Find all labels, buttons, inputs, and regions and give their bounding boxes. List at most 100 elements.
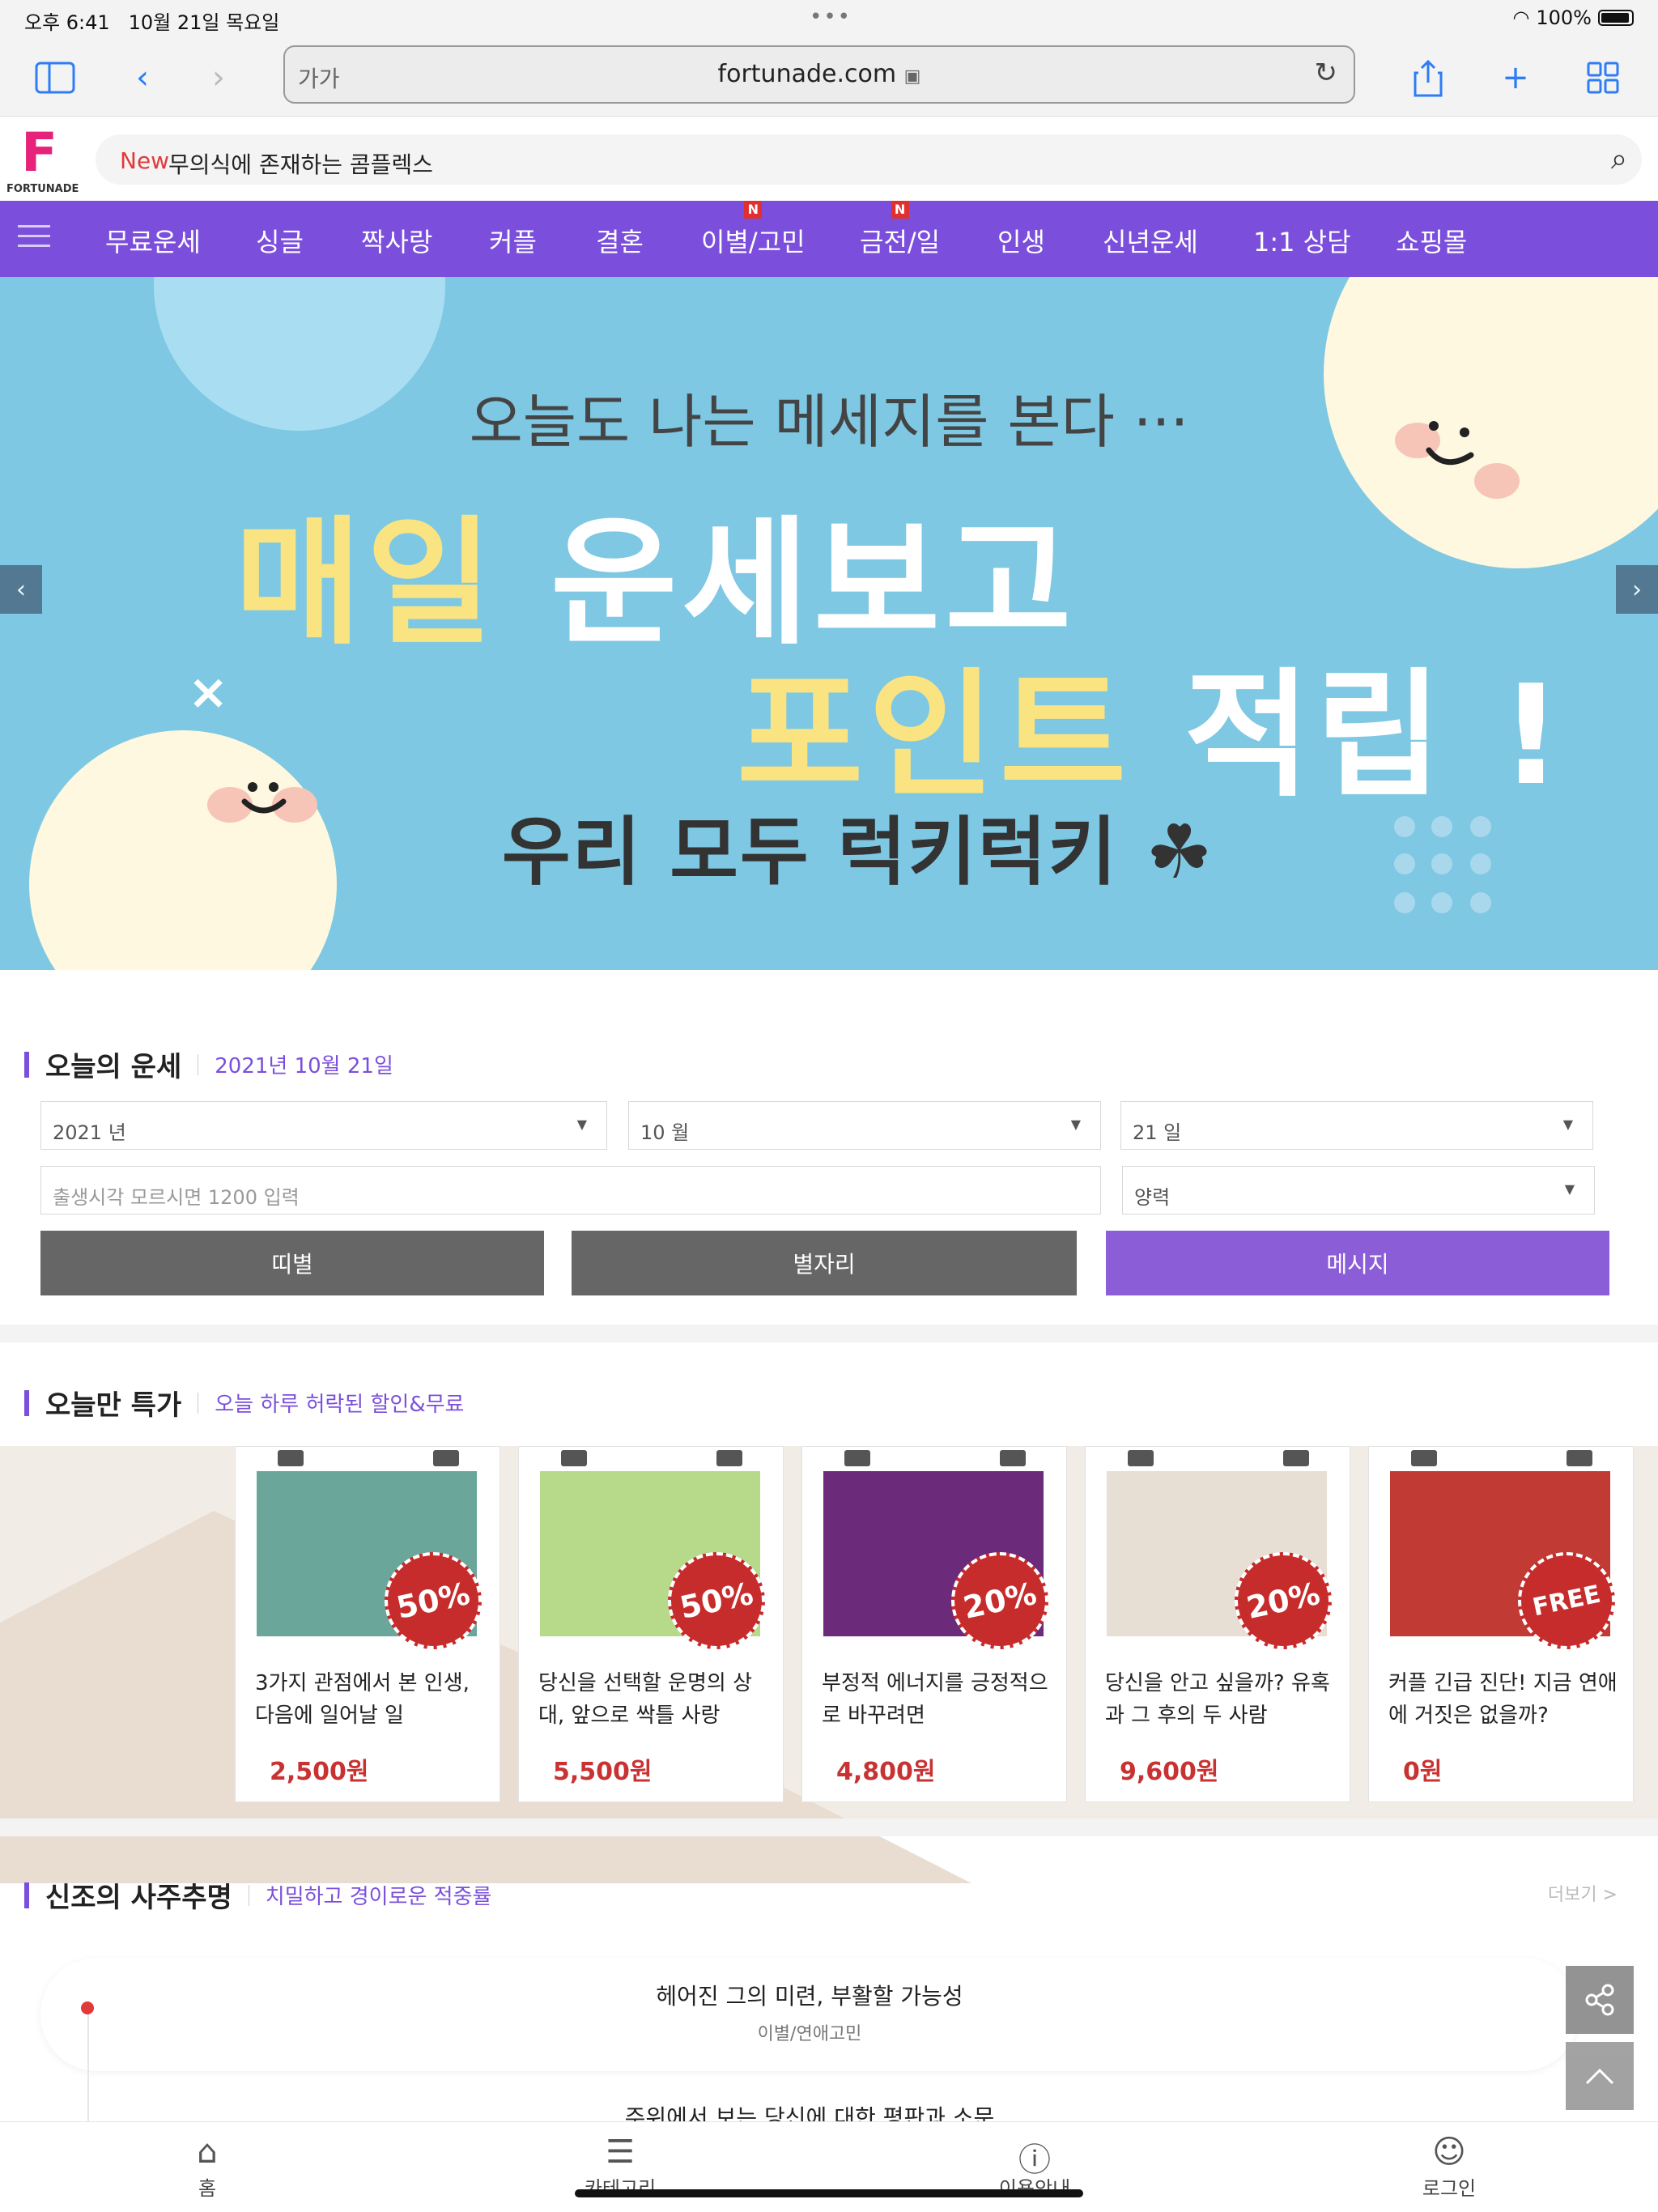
lock-icon: ▣	[903, 66, 921, 87]
deal-price: 2,500원	[270, 1758, 369, 1786]
deal-title: 부정적 에너지를 긍정적으로 바꾸려면	[822, 1671, 1048, 1728]
nav-item-breakup[interactable]: N 이별/고민	[701, 201, 806, 259]
status-bar: 오후 6:41 10월 21일 목요일 ••• ◠ 100%	[0, 0, 1658, 39]
tab-home[interactable]: ⌂ 홈	[142, 2133, 272, 2201]
year-value: 2021 년	[53, 1121, 126, 1144]
section-subtitle: 오늘 하루 허락된 할인&무료	[215, 1393, 465, 1417]
nav-label: 결혼	[596, 227, 644, 257]
nav-label: 인생	[997, 227, 1045, 257]
new-tab-icon[interactable]: +	[1493, 55, 1538, 100]
nav-item-single[interactable]: 싱글	[256, 222, 304, 259]
more-link[interactable]: 더보기 >	[1548, 1880, 1618, 1906]
today-fortune-header: 오늘의 운세 2021년 10월 21일	[24, 1044, 393, 1084]
deal-card[interactable]: 20% 부정적 에너지를 긍정적으로 바꾸려면 4,800원	[801, 1446, 1067, 1802]
nav-item-crush[interactable]: 짝사랑	[361, 222, 432, 259]
banner-highlight: 매일	[235, 504, 498, 664]
tab-login[interactable]: ☺ 로그인	[1384, 2133, 1514, 2201]
nav-label: 이별/고민	[701, 227, 806, 257]
nav-item-consult[interactable]: 1:1 상담	[1253, 222, 1351, 259]
birth-time-input[interactable]: 출생시각 모르시면 1200 입력	[40, 1166, 1101, 1214]
browser-toolbar: ‹ › 가가 fortunade.com ▣ ↻ +	[0, 39, 1658, 117]
clip-icon	[1411, 1450, 1437, 1466]
nav-item-free[interactable]: 무료운세	[105, 222, 201, 259]
url-host: fortunade.com ▣	[285, 60, 1354, 88]
section-bar	[24, 1389, 29, 1416]
scroll-top-icon[interactable]	[1566, 2042, 1634, 2110]
deal-card[interactable]: 50% 3가지 관점에서 본 인생, 다음에 일어날 일 2,500원	[235, 1446, 500, 1802]
saju-item[interactable]: 헤어진 그의 미련, 부활할 가능성 이별/연애고민	[40, 1979, 1579, 2045]
clip-icon	[561, 1450, 587, 1466]
chevron-down-icon: ▼	[1070, 1117, 1081, 1132]
message-button[interactable]: 메시지	[1106, 1231, 1609, 1295]
main-nav: 무료운세 싱글 짝사랑 커플 결혼 N 이별/고민 N 금전/일 인생 신년운세 1…	[0, 201, 1658, 277]
search-new-tag: New	[120, 147, 170, 174]
month-select[interactable]: 10 월 ▼	[628, 1101, 1101, 1150]
tab-label: 홈	[198, 2177, 217, 2200]
share-float-icon[interactable]	[1566, 1966, 1634, 2034]
user-icon: ☺	[1432, 2133, 1466, 2171]
deal-title: 당신을 안고 싶을까? 유혹과 그 후의 두 사람	[1105, 1671, 1330, 1728]
nav-item-marriage[interactable]: 결혼	[596, 222, 644, 259]
day-select[interactable]: 21 일 ▼	[1120, 1101, 1593, 1150]
banner-next-arrow-icon[interactable]: ›	[1616, 565, 1658, 614]
section-subtitle: 치밀하고 경이로운 적중률	[265, 1885, 492, 1909]
back-icon[interactable]: ‹	[120, 55, 165, 100]
status-time: 오후 6:41 10월 21일 목요일	[24, 6, 279, 35]
site-logo[interactable]: F FORTUNADE	[6, 121, 87, 195]
constellation-button[interactable]: 별자리	[572, 1231, 1077, 1295]
banner-headline: 오늘도 나는 메세지를 본다 ···	[469, 388, 1189, 456]
reload-icon[interactable]: ↻	[1315, 57, 1338, 89]
multitask-dots-icon[interactable]: •••	[810, 5, 852, 29]
nav-item-newyear[interactable]: 신년운세	[1103, 222, 1198, 259]
calendar-type-select[interactable]: 양력 ▼	[1122, 1166, 1595, 1214]
nav-label: 신년운세	[1103, 227, 1198, 257]
deal-card[interactable]: FREE 커플 긴급 진단! 지금 연애에 거짓은 없을까? 0원	[1368, 1446, 1634, 1802]
moon-face-left	[29, 730, 337, 970]
year-select[interactable]: 2021 년 ▼	[40, 1101, 607, 1150]
clip-icon	[844, 1450, 870, 1466]
forward-icon[interactable]: ›	[196, 55, 241, 100]
nav-item-life[interactable]: 인생	[997, 222, 1045, 259]
month-value: 10 월	[640, 1121, 690, 1144]
nav-label: 싱글	[256, 227, 304, 257]
section-title: 오늘만 특가	[45, 1389, 182, 1422]
tabs-overview-icon[interactable]	[1580, 55, 1626, 100]
banner-prev-arrow-icon[interactable]: ‹	[0, 565, 42, 614]
nav-label: 금전/일	[860, 227, 941, 257]
list-icon: ☰	[606, 2133, 635, 2171]
question-icon: ⓘ	[1018, 2142, 1051, 2179]
deal-card[interactable]: 50% 당신을 선택할 운명의 상대, 앞으로 싹틀 사랑 5,500원	[518, 1446, 784, 1802]
deal-price: 5,500원	[553, 1758, 653, 1786]
nav-item-couple[interactable]: 커플	[489, 222, 537, 259]
section-title: 신조의 사주추명	[45, 1882, 232, 1914]
zodiac-animal-button[interactable]: 띠별	[40, 1231, 544, 1295]
new-badge: N	[891, 201, 909, 219]
chevron-down-icon: ▼	[576, 1117, 587, 1132]
deal-price: 0원	[1403, 1758, 1443, 1786]
deal-card[interactable]: 20% 당신을 안고 싶을까? 유혹과 그 후의 두 사람 9,600원	[1085, 1446, 1350, 1802]
share-icon[interactable]	[1405, 55, 1451, 100]
banner-text: 적립 !	[1184, 656, 1567, 816]
battery-percent: 100%	[1536, 6, 1592, 29]
status-date: 10월 21일 목요일	[128, 11, 280, 34]
nav-item-shop[interactable]: 쇼핑몰	[1396, 222, 1467, 259]
clip-icon	[278, 1450, 304, 1466]
clip-icon	[1567, 1450, 1592, 1466]
banner-x-mark: ×	[188, 664, 229, 721]
search-bar[interactable]: New 무의식에 존재하는 콤플렉스 ⌕	[96, 134, 1642, 185]
nav-item-money[interactable]: N 금전/일	[860, 201, 941, 259]
clip-icon	[433, 1450, 459, 1466]
nav-label: 1:1 상담	[1253, 227, 1351, 257]
deal-title: 커플 긴급 진단! 지금 연애에 거짓은 없을까?	[1388, 1671, 1618, 1728]
status-right: ◠ 100%	[1512, 6, 1634, 29]
battery-icon	[1598, 10, 1634, 26]
chevron-down-icon: ▼	[1562, 1117, 1573, 1132]
smile-icon	[241, 782, 287, 814]
sidebar-toggle-icon[interactable]	[32, 55, 78, 100]
promo-banner[interactable]: 오늘도 나는 메세지를 본다 ··· 매일 운세보고 × 포인트 적립 ! 우리…	[0, 277, 1658, 970]
hamburger-menu-icon[interactable]	[18, 225, 50, 249]
section-subtitle: 2021년 10월 21일	[215, 1054, 393, 1078]
address-bar[interactable]: 가가 fortunade.com ▣ ↻	[283, 45, 1355, 104]
home-indicator	[575, 2189, 1083, 2197]
search-icon[interactable]: ⌕	[1611, 143, 1627, 177]
